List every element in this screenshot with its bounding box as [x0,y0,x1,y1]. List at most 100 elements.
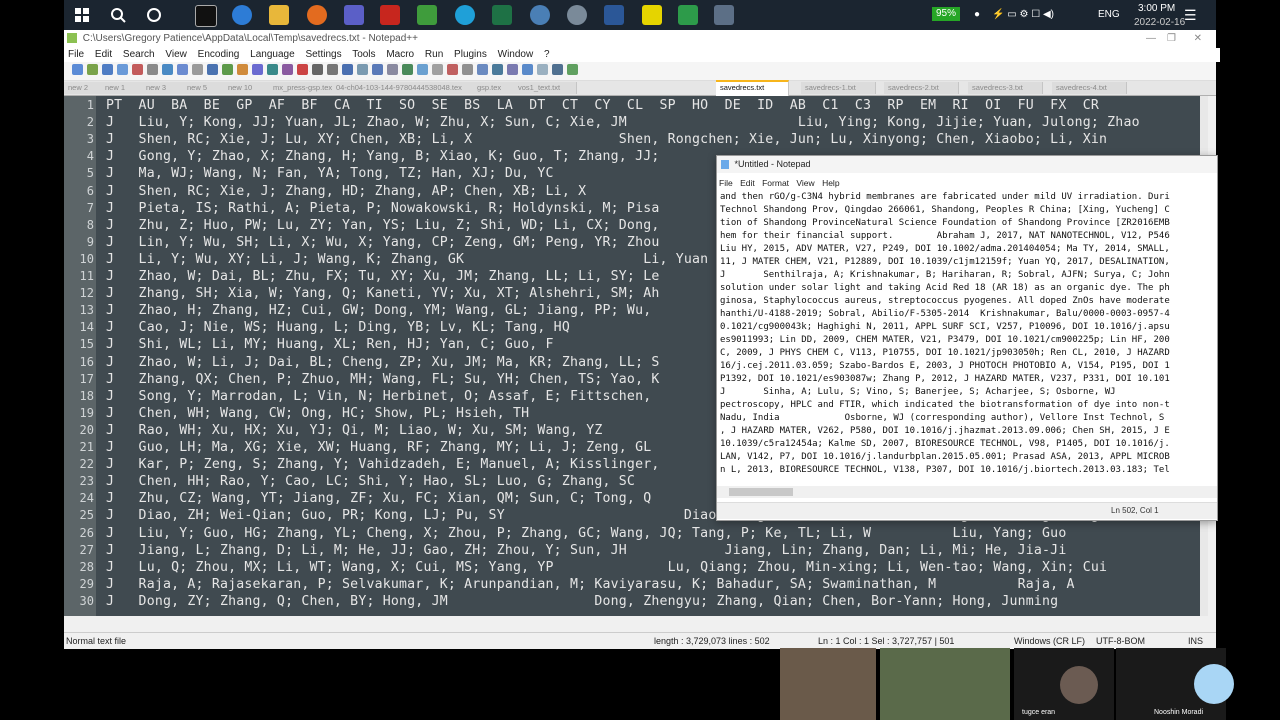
toolbar-button-icon[interactable] [567,64,578,75]
close-icon[interactable]: ✕ [1194,30,1202,48]
toolbar-button-icon[interactable] [402,64,413,75]
toolbar-button-icon[interactable] [297,64,308,75]
windows-start-icon[interactable] [72,5,92,25]
tab-mx-press[interactable]: mx_press-gsp.tex [269,82,336,94]
notepad-line[interactable]: J Senthilraja, A; Krishnakumar, B; Harih… [720,270,1170,280]
tab-gsp[interactable]: gsp.tex [473,82,518,94]
video-tile-3[interactable]: tugce eran [1014,648,1114,720]
toolbar-button-icon[interactable] [447,64,458,75]
notepad-line[interactable]: es9011993; Lin DD, 2009, CHEM MATER, V21… [720,335,1170,345]
terminal-icon[interactable] [195,5,217,27]
notepad-line[interactable]: 0.1021/cg900043k; Haghighi N, 2011, APPL… [720,322,1170,332]
tab-new-10[interactable]: new 10 [224,82,273,94]
notepad-line[interactable]: Nadu, India Osborne, WJ (corresponding a… [720,413,1164,423]
toolbar-button-icon[interactable] [462,64,473,75]
editor-line[interactable]: J Chen, WH; Wang, CW; Ong, HC; Show, PL;… [106,406,529,421]
cortana-icon[interactable] [144,5,164,25]
toolbar-button-icon[interactable] [177,64,188,75]
notepad-line[interactable]: , J HAZARD MATER, V262, P580, DOI 10.101… [720,426,1170,436]
notepad-line[interactable]: pectroscopy, HPLC and FTIR, which indica… [720,400,1170,410]
tab-new-5[interactable]: new 5 [183,82,228,94]
notepad-line[interactable]: C, 2009, J PHYS CHEM C, V113, P10755, DO… [720,348,1170,358]
tab-savedrecs-1[interactable]: savedrecs-1.txt [801,82,876,94]
editor-line[interactable]: J Zhu, CZ; Wang, YT; Jiang, ZF; Xu, FC; … [106,491,651,506]
toolbar-button-icon[interactable] [417,64,428,75]
notepad-line[interactable]: 16/j.cej.2011.03.059; Szabo-Bardos E, 20… [720,361,1170,371]
editor-line[interactable]: J Cao, J; Nie, WS; Huang, L; Ding, YB; L… [106,320,570,335]
toolbar-button-icon[interactable] [432,64,443,75]
tab-new-1[interactable]: new 1 [101,82,146,94]
toolbar-button-icon[interactable] [132,64,143,75]
editor-line[interactable]: J Li, Y; Wu, XY; Li, J; Wang, K; Zhang, … [106,252,708,267]
tray-icons[interactable]: ⚡ ▭ ⚙ ☐ ◀) [992,0,1054,30]
editor-line[interactable]: J Shi, WL; Li, MY; Huang, XL; Ren, HJ; Y… [106,337,554,352]
toolbar-button-icon[interactable] [267,64,278,75]
skype-icon[interactable] [455,5,475,25]
editor-line[interactable]: J Liu, Y; Kong, JJ; Yuan, JL; Zhao, W; Z… [106,115,1140,130]
language-indicator[interactable]: ENG [1098,0,1120,30]
notepad-line[interactable]: solution under solar light and taking Ac… [720,283,1170,293]
notepad-line[interactable]: J Sinha, A; Lulu, S; Vino, S; Banerjee, … [720,387,1116,397]
notepad-line[interactable]: 10.1039/c5ra12454a; Kalme SD, 2007, BIOR… [720,439,1170,449]
scroll-thumb[interactable] [729,488,793,496]
app-icon[interactable] [530,5,550,25]
menu-run[interactable]: Run [425,49,443,60]
notepad-line[interactable]: Technol Shandong Prov, Qingdao 266061, S… [720,205,1170,215]
tab-savedrecs-2[interactable]: savedrecs-2.txt [884,82,959,94]
editor-line[interactable]: J Shen, RC; Xie, J; Lu, XY; Chen, XB; Li… [106,132,1107,147]
toolbar-button-icon[interactable] [357,64,368,75]
editor-line[interactable]: J Liu, Y; Guo, HG; Zhang, YL; Cheng, X; … [106,526,1066,541]
menu-view[interactable]: View [165,49,187,60]
search-icon[interactable] [108,5,128,25]
notepad-line[interactable]: hanthi/U-4188-2019; Sobral, Abilio/F-530… [720,309,1170,319]
tab-new-2[interactable]: new 2 [64,82,105,94]
editor-line[interactable]: J Raja, A; Rajasekaran, P; Selvakumar, K… [106,577,1075,592]
notifications-icon[interactable]: ☰ [1184,0,1197,30]
toolbar-button-icon[interactable] [207,64,218,75]
notepad-line[interactable]: ginosa, Staphylococcus aureus, streptoco… [720,296,1170,306]
toolbar-button-icon[interactable] [507,64,518,75]
tab-ch04[interactable]: 04-ch04-103-144-9780444538048.tex [332,82,477,94]
toolbar-button-icon[interactable] [492,64,503,75]
toolbar-button-icon[interactable] [192,64,203,75]
firefox-icon[interactable] [307,5,327,25]
toolbar-button-icon[interactable] [282,64,293,75]
chart-app-icon[interactable] [678,5,698,25]
toolbar-button-icon[interactable] [162,64,173,75]
toolbar-button-icon[interactable] [72,64,83,75]
tool-icon[interactable] [567,5,587,25]
editor-line[interactable]: J Rao, WH; Xu, HX; Xu, YJ; Qi, M; Liao, … [106,423,603,438]
horizontal-scrollbar[interactable] [64,616,1208,626]
editor-line[interactable]: J Zhao, W; Dai, BL; Zhu, FX; Tu, XY; Xu,… [106,269,660,284]
notepad-taskbar-icon[interactable] [714,5,734,25]
notepad-line[interactable]: n L, 2013, BIORESOURCE TECHNOL, V138, P3… [720,465,1170,475]
menu-macro[interactable]: Macro [386,49,414,60]
menu-file[interactable]: File [68,49,84,60]
editor-line[interactable]: J Song, Y; Marrodan, L; Vin, N; Herbinet… [106,389,651,404]
notepad-line[interactable]: tion of Shandong ProvinceNatural Science… [720,218,1170,228]
menu-search[interactable]: Search [123,49,155,60]
toolbar-button-icon[interactable] [537,64,548,75]
notepad-line[interactable]: P1392, DOI 10.1021/es903087w; Zhang P, 2… [720,374,1170,384]
np-menu-view[interactable]: View [796,178,814,188]
toolbar-button-icon[interactable] [252,64,263,75]
toolbar-button-icon[interactable] [102,64,113,75]
minimize-icon[interactable]: — [1146,30,1156,48]
acrobat-icon[interactable] [380,5,400,25]
menu-window[interactable]: Window [498,49,534,60]
editor-line[interactable]: J Ma, WJ; Wang, N; Fan, YA; Tong, TZ; Ha… [106,166,554,181]
menu-language[interactable]: Language [250,49,295,60]
video-tile-4[interactable]: Nooshin Moradi [1116,648,1234,720]
notepadpp-icon[interactable] [417,5,437,25]
tab-vos1[interactable]: vos1_text.txt [514,82,577,94]
np-menu-file[interactable]: File [719,178,733,188]
battery-indicator[interactable]: 95% [932,7,961,21]
toolbar-button-icon[interactable] [117,64,128,75]
notepad-line[interactable]: and then rGO/g-C3N4 hybrid membranes are… [720,192,1170,202]
toolbar-button-icon[interactable] [522,64,533,75]
notepad-line[interactable]: 11, J MATER CHEM, V21, P12889, DOI 10.10… [720,257,1170,267]
toolbar-button-icon[interactable] [477,64,488,75]
pdf-editor-icon[interactable] [642,5,662,25]
video-tile-1[interactable] [780,648,876,720]
word-icon[interactable] [604,5,624,25]
